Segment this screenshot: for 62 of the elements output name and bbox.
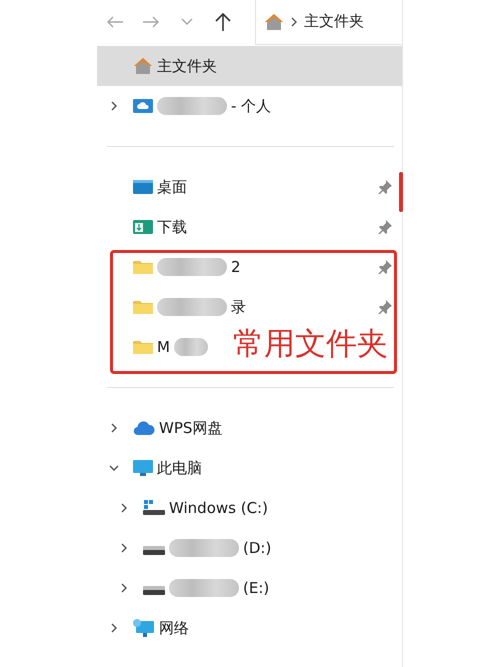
item-label: 录 [231, 298, 246, 316]
chevron-right-icon[interactable] [109, 101, 119, 111]
redaction-blur [169, 579, 239, 597]
home-icon [264, 12, 284, 30]
pin-icon [378, 300, 392, 314]
redaction-blur [174, 338, 208, 356]
tree-item[interactable]: Windows (C:) [97, 488, 278, 528]
item-label: Windows (C:) [169, 499, 268, 517]
item-label: WPS网盘 [159, 418, 222, 438]
chevron-right-icon[interactable] [119, 503, 129, 513]
breadcrumb[interactable]: 主文件夹 [304, 12, 364, 31]
download-folder-icon [133, 219, 153, 235]
folder-icon [133, 259, 153, 275]
cloud-icon [133, 420, 155, 436]
forward-arrow-icon [142, 15, 160, 29]
tree-item[interactable]: 桌面 [97, 167, 402, 207]
item-label: (E:) [243, 579, 270, 597]
tree-item[interactable]: 下载 [97, 207, 402, 247]
tree-item[interactable]: 此电脑 [97, 448, 212, 488]
back-arrow-icon [106, 15, 124, 29]
tree-item[interactable]: 主文件夹 [97, 46, 402, 86]
tree-item[interactable]: - 个人 [97, 86, 282, 126]
item-label: 主文件夹 [157, 56, 217, 76]
folder-icon [133, 339, 153, 355]
network-icon [133, 618, 155, 638]
tree-item[interactable]: (D:) [97, 528, 282, 568]
annotation-mark [399, 172, 403, 212]
chevron-right-icon[interactable] [109, 423, 119, 433]
cloud-folder-icon [133, 98, 153, 114]
address-bar[interactable]: 主文件夹 [255, 0, 402, 44]
item-label: 桌面 [157, 178, 187, 196]
chevron-right-icon[interactable] [119, 583, 129, 593]
pin-icon [378, 260, 392, 274]
pin-icon [378, 220, 392, 234]
up-arrow-icon [215, 12, 231, 32]
tree-item[interactable]: WPS网盘 [97, 408, 232, 448]
redaction-blur [169, 539, 239, 557]
item-label: M [157, 338, 170, 356]
redaction-blur [157, 97, 227, 115]
pin-icon [378, 180, 392, 194]
tree-item[interactable]: M [97, 327, 218, 367]
chevron-right-icon[interactable] [109, 623, 119, 633]
chevron-right-icon[interactable] [119, 543, 129, 553]
item-label: 网络 [159, 618, 189, 638]
tree-item[interactable]: 网络 [97, 608, 199, 648]
desktop-folder-icon [133, 179, 153, 195]
item-label: - 个人 [231, 96, 272, 116]
item-label: (D:) [243, 539, 272, 557]
item-label: 2 [231, 258, 241, 276]
separator-chevron-icon [290, 16, 298, 26]
system-drive-icon [143, 500, 165, 516]
tree-item[interactable]: (E:) [97, 568, 280, 608]
home-icon [133, 57, 153, 75]
redaction-blur [157, 298, 227, 316]
chevron-down-icon [181, 18, 193, 26]
monitor-icon [133, 459, 153, 477]
tree-item[interactable]: 2 [97, 247, 402, 287]
item-label: 此电脑 [157, 458, 202, 478]
redaction-blur [157, 258, 227, 276]
item-label: 下载 [157, 218, 187, 236]
chevron-down-icon[interactable] [109, 463, 119, 473]
folder-icon [133, 299, 153, 315]
